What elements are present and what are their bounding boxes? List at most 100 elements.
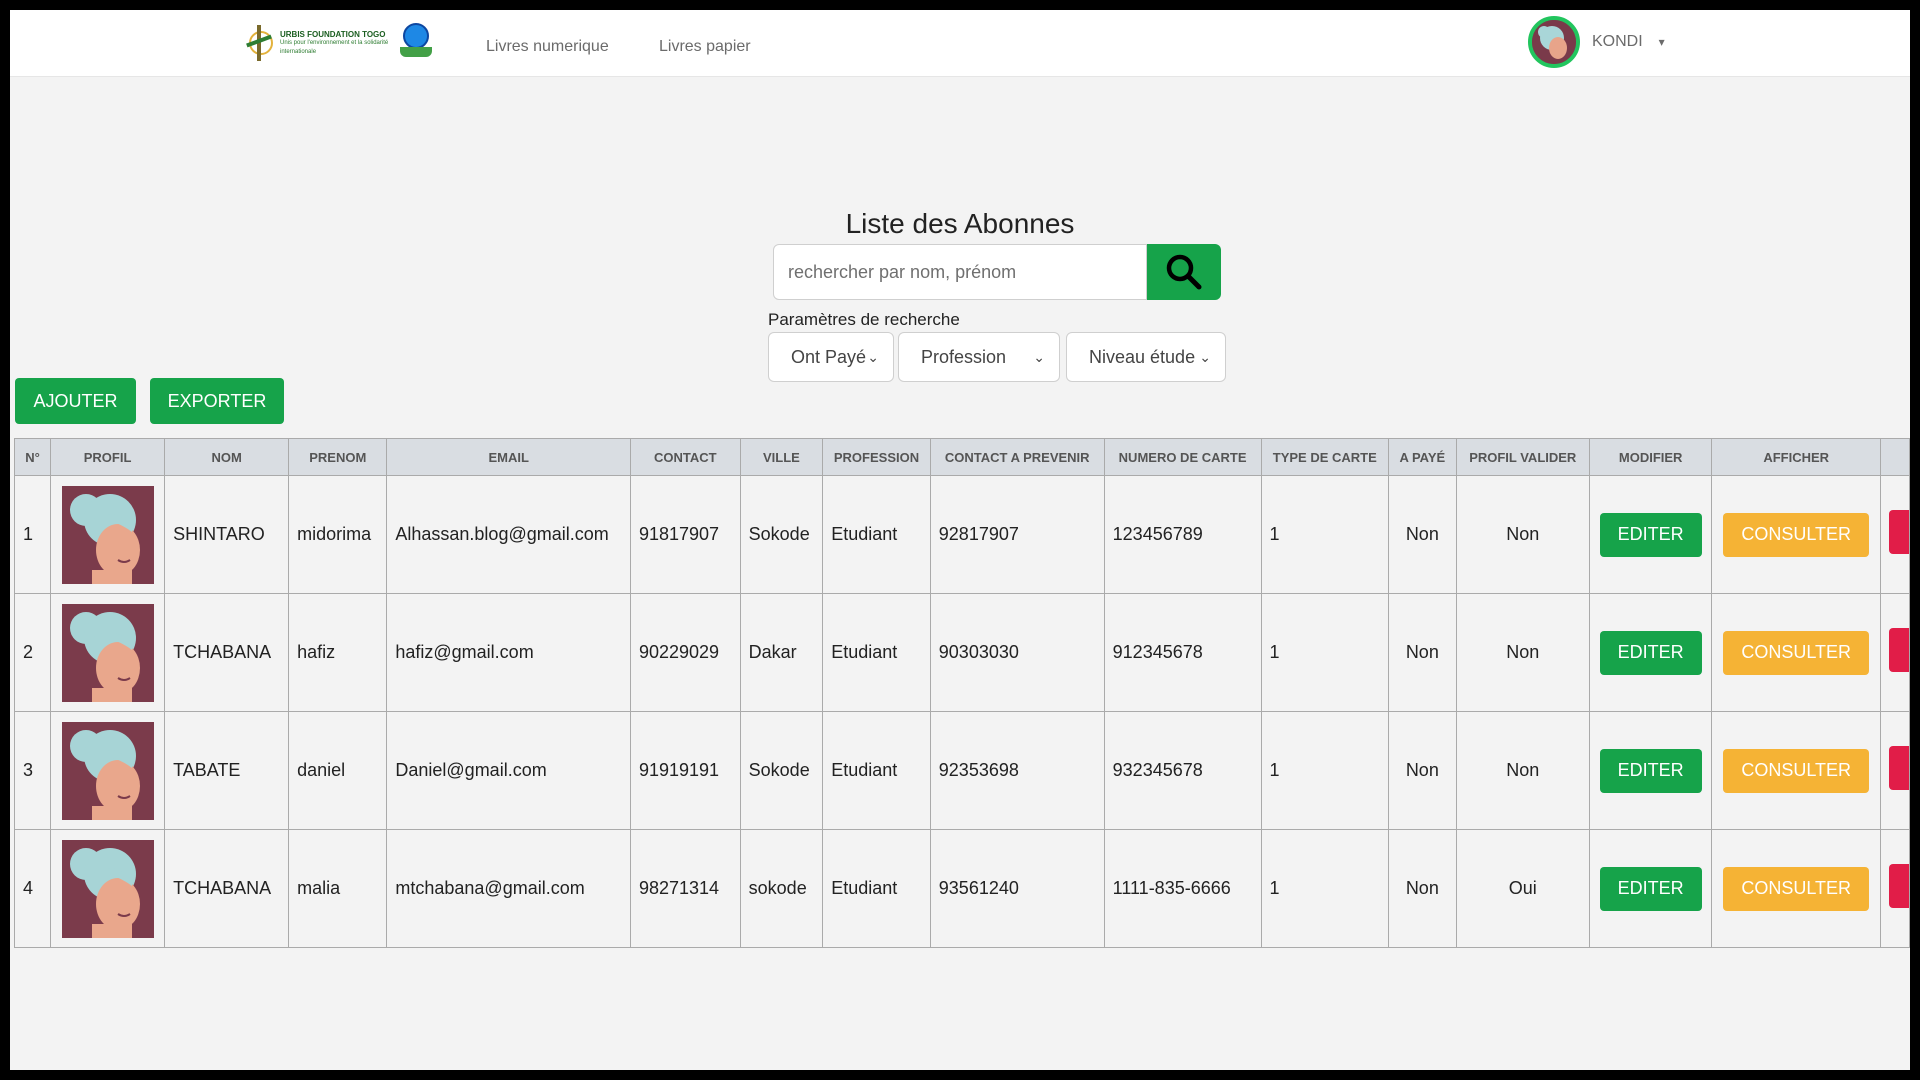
cell-afficher: CONSULTER bbox=[1711, 475, 1881, 594]
user-name: KONDI bbox=[1592, 33, 1643, 50]
edit-button[interactable]: EDITER bbox=[1599, 866, 1702, 911]
nav-link-livres-numerique[interactable]: Livres numerique bbox=[486, 38, 609, 56]
cell-profil bbox=[50, 829, 166, 948]
filter-ont-paye[interactable]: Ont Payé ⌄ bbox=[768, 332, 894, 382]
cell-nom: TABATE bbox=[164, 711, 290, 830]
cell-modifier: EDITER bbox=[1588, 829, 1713, 948]
col-header-type-carte: TYPE DE CARTE bbox=[1260, 438, 1390, 476]
export-button[interactable]: EXPORTER bbox=[150, 378, 284, 424]
cell-n: 3 bbox=[13, 711, 52, 830]
avatar[interactable] bbox=[1528, 16, 1580, 68]
cell-numero-carte: 1111-835-6666 bbox=[1103, 829, 1262, 948]
cell-prenom: midorima bbox=[288, 475, 388, 594]
col-header-afficher: AFFICHER bbox=[1711, 438, 1881, 476]
cell-a-paye: Non bbox=[1388, 593, 1457, 712]
cell-a-paye: Non bbox=[1388, 711, 1457, 830]
cell-modifier: EDITER bbox=[1588, 593, 1713, 712]
delete-button[interactable] bbox=[1888, 510, 1909, 554]
cell-nom: TCHABANA bbox=[164, 593, 290, 712]
delete-button[interactable] bbox=[1888, 628, 1909, 672]
add-button[interactable]: AJOUTER bbox=[15, 378, 136, 424]
col-header-a-paye: A PAYÉ bbox=[1388, 438, 1457, 476]
cell-email: Alhassan.blog@gmail.com bbox=[386, 475, 631, 594]
cell-profil-valider: Oui bbox=[1455, 829, 1590, 948]
cell-ville: Dakar bbox=[739, 593, 824, 712]
cell-profil-valider: Non bbox=[1455, 711, 1590, 830]
cell-numero-carte: 912345678 bbox=[1103, 593, 1262, 712]
cell-nom: TCHABANA bbox=[164, 829, 290, 948]
view-button[interactable]: CONSULTER bbox=[1723, 630, 1870, 675]
cell-n: 4 bbox=[13, 829, 52, 948]
cell-type-carte: 1 bbox=[1260, 475, 1390, 594]
cell-ville: sokode bbox=[739, 829, 824, 948]
cell-a-paye: Non bbox=[1388, 829, 1457, 948]
app-frame: URBIS FOUNDATION TOGO Unis pour l'enviro… bbox=[10, 10, 1910, 1070]
profile-image bbox=[61, 839, 154, 938]
delete-button[interactable] bbox=[1888, 864, 1909, 908]
col-header-extra bbox=[1879, 438, 1910, 476]
edit-button[interactable]: EDITER bbox=[1599, 630, 1702, 675]
cell-a-paye: Non bbox=[1388, 475, 1457, 594]
search-button[interactable] bbox=[1147, 244, 1221, 300]
logo[interactable]: URBIS FOUNDATION TOGO Unis pour l'enviro… bbox=[246, 18, 442, 68]
cell-afficher: CONSULTER bbox=[1711, 593, 1881, 712]
profile-avatar[interactable] bbox=[61, 485, 154, 584]
profile-avatar[interactable] bbox=[61, 839, 154, 938]
col-header-contact-prevenir: CONTACT A PREVENIR bbox=[929, 438, 1105, 476]
col-header-contact: CONTACT bbox=[629, 438, 741, 476]
logo-title: URBIS FOUNDATION TOGO bbox=[280, 29, 386, 39]
cell-prenom: daniel bbox=[288, 711, 388, 830]
profile-image bbox=[61, 721, 154, 820]
col-header-modifier: MODIFIER bbox=[1588, 438, 1713, 476]
edit-button[interactable]: EDITER bbox=[1599, 512, 1702, 557]
col-header-n: N° bbox=[13, 438, 52, 476]
col-header-email: EMAIL bbox=[386, 438, 631, 476]
table-row: 4 TCHABANA malia mtchabana@gmail.com 9827131… bbox=[13, 829, 1910, 948]
cell-profil bbox=[50, 593, 166, 712]
cell-profession: Etudiant bbox=[822, 593, 931, 712]
cell-profession: Etudiant bbox=[822, 475, 931, 594]
cell-ville: Sokode bbox=[739, 711, 824, 830]
col-header-profil-valider: PROFIL VALIDER bbox=[1455, 438, 1590, 476]
cell-prenom: malia bbox=[288, 829, 388, 948]
view-button[interactable]: CONSULTER bbox=[1723, 866, 1870, 911]
cell-n: 1 bbox=[13, 475, 52, 594]
search-input[interactable] bbox=[773, 244, 1147, 300]
cell-email: Daniel@gmail.com bbox=[386, 711, 631, 830]
cell-type-carte: 1 bbox=[1260, 711, 1390, 830]
cell-delete bbox=[1879, 829, 1910, 948]
cell-contact: 91817907 bbox=[629, 475, 741, 594]
view-button[interactable]: CONSULTER bbox=[1723, 748, 1870, 793]
cell-profil-valider: Non bbox=[1455, 593, 1590, 712]
navbar: URBIS FOUNDATION TOGO Unis pour l'enviro… bbox=[10, 10, 1910, 77]
nav-link-livres-papier[interactable]: Livres papier bbox=[659, 38, 751, 56]
page-title: Liste des Abonnes bbox=[845, 208, 1075, 239]
col-header-prenom: PRENOM bbox=[288, 438, 388, 476]
filter-niveau-etude[interactable]: Niveau étude ⌄ bbox=[1066, 332, 1226, 382]
cell-profil-valider: Non bbox=[1455, 475, 1590, 594]
cell-contact: 98271314 bbox=[629, 829, 741, 948]
delete-button[interactable] bbox=[1888, 746, 1909, 790]
cell-email: mtchabana@gmail.com bbox=[386, 829, 631, 948]
user-menu[interactable]: KONDI ▾ bbox=[1528, 16, 1665, 68]
chevron-down-icon: ▾ bbox=[1658, 35, 1665, 49]
cell-delete bbox=[1879, 593, 1910, 712]
view-button[interactable]: CONSULTER bbox=[1723, 512, 1870, 557]
cell-prenom: hafiz bbox=[288, 593, 388, 712]
edit-button[interactable]: EDITER bbox=[1599, 748, 1702, 793]
cell-type-carte: 1 bbox=[1260, 593, 1390, 712]
cell-contact-prevenir: 90303030 bbox=[929, 593, 1105, 712]
search-params-label: Paramètres de recherche bbox=[768, 310, 960, 329]
cell-modifier: EDITER bbox=[1588, 475, 1713, 594]
cell-profession: Etudiant bbox=[822, 711, 931, 830]
filter-profession[interactable]: Profession ⌄ bbox=[898, 332, 1060, 382]
cell-numero-carte: 932345678 bbox=[1103, 711, 1262, 830]
profile-avatar[interactable] bbox=[61, 721, 154, 820]
col-header-ville: VILLE bbox=[739, 438, 824, 476]
profile-avatar[interactable] bbox=[61, 603, 154, 702]
table-row: 2 TCHABANA hafiz hafiz@gmail.com 90229029 Dak… bbox=[13, 593, 1910, 712]
cell-contact: 91919191 bbox=[629, 711, 741, 830]
cell-ville: Sokode bbox=[739, 475, 824, 594]
cell-afficher: CONSULTER bbox=[1711, 711, 1881, 830]
cell-n: 2 bbox=[13, 593, 52, 712]
